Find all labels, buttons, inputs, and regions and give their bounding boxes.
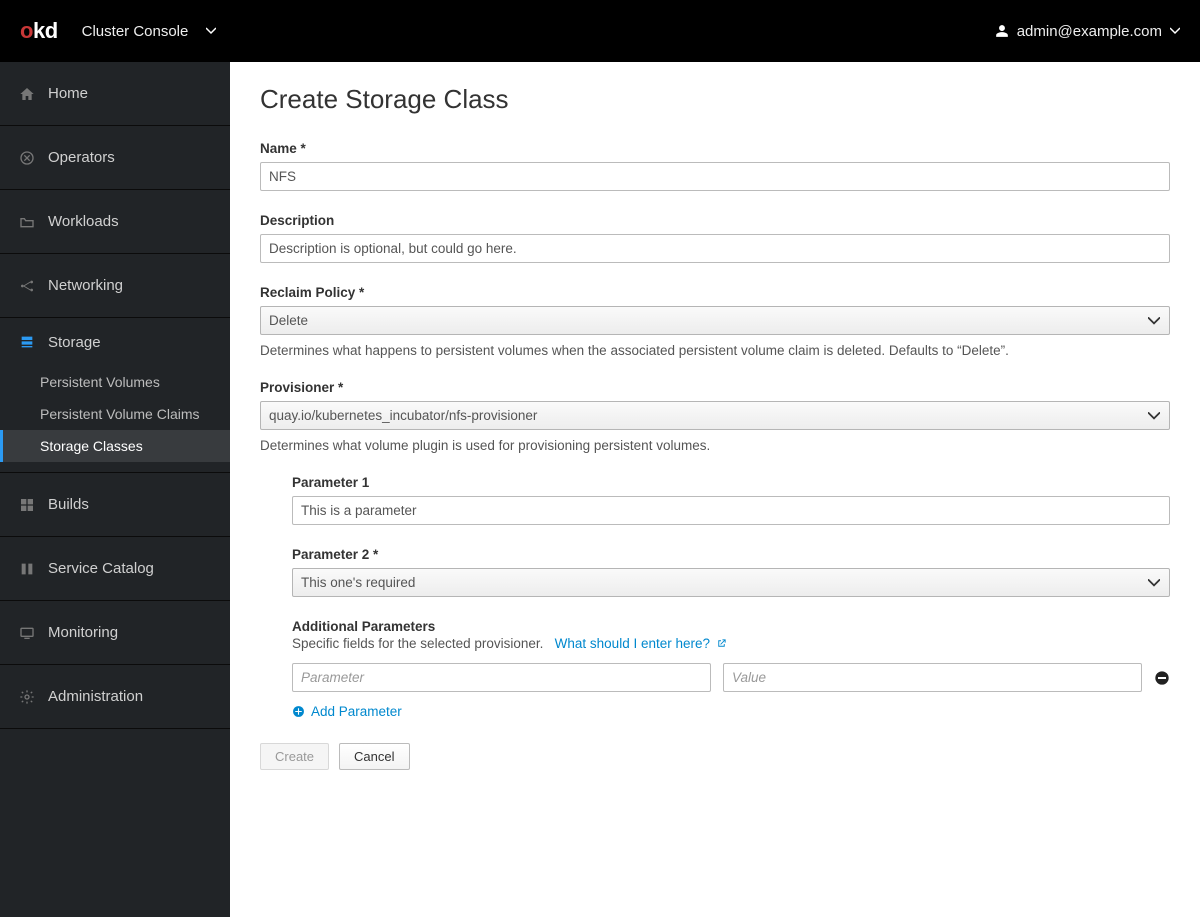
sidebar-item-persistent-volume-claims[interactable]: Persistent Volume Claims: [0, 398, 230, 430]
description-label: Description: [260, 213, 1170, 228]
logo: okd: [20, 18, 58, 44]
sidebar-item-label: Storage: [48, 334, 101, 351]
catalog-icon: [18, 560, 36, 578]
sidebar: Home Operators Workloads Networking Stor…: [0, 62, 230, 917]
provisioner-help: Determines what volume plugin is used fo…: [260, 438, 1170, 453]
addl-params-desc: Specific fields for the selected provisi…: [292, 636, 1170, 651]
user-icon: [995, 24, 1009, 38]
reclaim-select[interactable]: Delete: [260, 306, 1170, 335]
param2-select[interactable]: This one's required: [292, 568, 1170, 597]
create-button-label: Create: [275, 749, 314, 764]
sidebar-item-home[interactable]: Home: [0, 62, 230, 126]
sidebar-item-label: Operators: [48, 149, 115, 166]
button-row: Create Cancel: [260, 743, 1170, 770]
provisioner-label: Provisioner *: [260, 380, 1170, 395]
sidebar-item-operators[interactable]: Operators: [0, 126, 230, 190]
field-parameter-2: Parameter 2 * This one's required: [292, 547, 1170, 597]
field-description: Description: [260, 213, 1170, 263]
provisioner-select[interactable]: quay.io/kubernetes_incubator/nfs-provisi…: [260, 401, 1170, 430]
builds-icon: [18, 496, 36, 514]
user-label: admin@example.com: [1017, 23, 1162, 40]
name-input[interactable]: [260, 162, 1170, 191]
sidebar-item-label: Persistent Volume Claims: [40, 406, 200, 422]
console-switcher-label: Cluster Console: [82, 23, 189, 40]
sidebar-item-monitoring[interactable]: Monitoring: [0, 601, 230, 665]
plus-circle-icon: [292, 705, 305, 718]
sidebar-item-networking[interactable]: Networking: [0, 254, 230, 318]
sidebar-item-builds[interactable]: Builds: [0, 473, 230, 537]
external-link-icon: [716, 638, 727, 649]
sidebar-storage-subnav: Persistent Volumes Persistent Volume Cla…: [0, 366, 230, 473]
description-input[interactable]: [260, 234, 1170, 263]
name-label: Name *: [260, 141, 1170, 156]
networking-icon: [18, 277, 36, 295]
addl-params-label: Additional Parameters: [292, 619, 1170, 634]
monitoring-icon: [18, 624, 36, 642]
user-menu[interactable]: admin@example.com: [995, 23, 1180, 40]
operators-icon: [18, 149, 36, 167]
sidebar-item-storage[interactable]: Storage: [0, 318, 230, 366]
field-reclaim-policy: Reclaim Policy * Delete Determines what …: [260, 285, 1170, 358]
addl-params-desc-text: Specific fields for the selected provisi…: [292, 636, 543, 651]
topbar-left: okd Cluster Console: [20, 18, 216, 44]
sidebar-item-storage-classes[interactable]: Storage Classes: [0, 430, 230, 462]
help-link[interactable]: What should I enter here?: [555, 636, 727, 651]
console-switcher[interactable]: Cluster Console: [82, 23, 217, 40]
cancel-button[interactable]: Cancel: [339, 743, 409, 770]
workloads-icon: [18, 213, 36, 231]
sidebar-item-label: Home: [48, 85, 88, 102]
field-name: Name *: [260, 141, 1170, 191]
logo-o: o: [20, 18, 33, 43]
sidebar-item-administration[interactable]: Administration: [0, 665, 230, 729]
sidebar-item-label: Networking: [48, 277, 123, 294]
field-provisioner: Provisioner * quay.io/kubernetes_incubat…: [260, 380, 1170, 453]
add-parameter-label: Add Parameter: [311, 704, 402, 719]
chevron-down-icon: [1170, 26, 1180, 36]
param-key-input[interactable]: [292, 663, 711, 692]
remove-param-icon[interactable]: [1154, 670, 1170, 686]
reclaim-help: Determines what happens to persistent vo…: [260, 343, 1170, 358]
add-parameter-button[interactable]: Add Parameter: [292, 704, 402, 719]
cancel-button-label: Cancel: [354, 749, 394, 764]
sidebar-item-label: Workloads: [48, 213, 119, 230]
sidebar-item-service-catalog[interactable]: Service Catalog: [0, 537, 230, 601]
field-additional-parameters: Additional Parameters Specific fields fo…: [292, 619, 1170, 721]
param1-input[interactable]: [292, 496, 1170, 525]
home-icon: [18, 85, 36, 103]
param2-label: Parameter 2 *: [292, 547, 1170, 562]
sidebar-item-label: Storage Classes: [40, 438, 143, 454]
field-parameter-1: Parameter 1: [292, 475, 1170, 525]
sidebar-item-label: Persistent Volumes: [40, 374, 160, 390]
sidebar-item-workloads[interactable]: Workloads: [0, 190, 230, 254]
help-link-text: What should I enter here?: [555, 636, 710, 651]
reclaim-label: Reclaim Policy *: [260, 285, 1170, 300]
sidebar-item-label: Service Catalog: [48, 560, 154, 577]
page-title: Create Storage Class: [260, 84, 1170, 115]
topbar: okd Cluster Console admin@example.com: [0, 0, 1200, 62]
create-button[interactable]: Create: [260, 743, 329, 770]
logo-kd: kd: [33, 18, 58, 43]
sidebar-item-label: Builds: [48, 496, 89, 513]
storage-icon: [18, 333, 36, 351]
param1-label: Parameter 1: [292, 475, 1170, 490]
param-value-input[interactable]: [723, 663, 1142, 692]
sidebar-item-persistent-volumes[interactable]: Persistent Volumes: [0, 366, 230, 398]
main-content: Create Storage Class Name * Description …: [230, 62, 1200, 917]
kv-row: [292, 663, 1170, 692]
sidebar-item-label: Monitoring: [48, 624, 118, 641]
chevron-down-icon: [206, 26, 216, 36]
gear-icon: [18, 688, 36, 706]
sidebar-item-label: Administration: [48, 688, 143, 705]
